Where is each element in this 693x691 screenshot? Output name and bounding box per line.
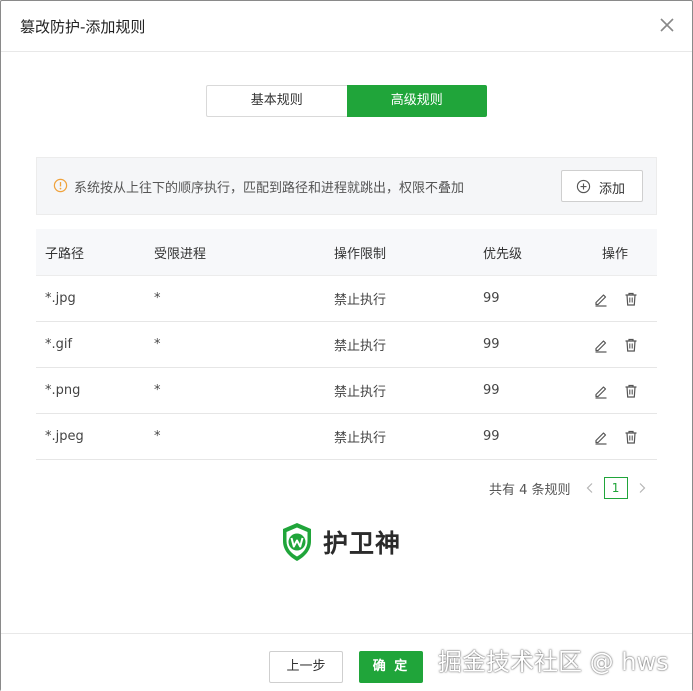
edit-icon[interactable] [593, 429, 609, 445]
tab-basic-rules[interactable]: 基本规则 [206, 85, 347, 117]
row-actions [593, 322, 639, 367]
tab-advanced-rules[interactable]: 高级规则 [346, 85, 487, 117]
edit-icon[interactable] [593, 383, 609, 399]
rule-tabs: 基本规则 高级规则 [206, 85, 487, 117]
pagination-total: 共有 4 条规则 [489, 482, 571, 498]
cell-path: *.png [45, 383, 81, 398]
cell-restriction: 禁止执行 [334, 293, 387, 308]
add-rule-label: 添加 [599, 182, 626, 197]
column-header-priority: 优先级 [483, 246, 523, 262]
delete-icon[interactable] [623, 429, 639, 445]
add-rule-button[interactable]: 添加 [561, 170, 643, 202]
cell-restriction: 禁止执行 [334, 385, 387, 400]
edit-icon[interactable] [593, 291, 609, 307]
add-rule-dialog: 篡改防护-添加规则 基本规则 高级规则 系统按从上往下的顺序执行，匹配到路径和进… [0, 0, 693, 691]
cell-path: *.jpeg [45, 429, 84, 444]
column-header-actions: 操作 [602, 246, 629, 262]
close-icon[interactable] [658, 16, 676, 34]
notice-bar: 系统按从上往下的顺序执行，匹配到路径和进程就跳出，权限不叠加 添加 [36, 157, 657, 215]
cell-priority: 99 [483, 291, 500, 306]
chevron-left-icon[interactable] [585, 482, 595, 494]
row-actions [593, 368, 639, 413]
pagination: 共有 4 条规则 1 [489, 477, 647, 499]
row-actions [593, 276, 639, 321]
notice-text: 系统按从上往下的顺序执行，匹配到路径和进程就跳出，权限不叠加 [74, 181, 465, 196]
plus-circle-icon [576, 179, 591, 194]
cell-restriction: 禁止执行 [334, 339, 387, 354]
cell-priority: 99 [483, 337, 500, 352]
cell-path: *.gif [45, 337, 73, 352]
watermark: 掘金技术社区 @ hws [438, 648, 669, 676]
rules-table: 子路径 受限进程 操作限制 优先级 操作 *.jpg * 禁止执行 99 *.g… [36, 229, 657, 460]
dialog-title: 篡改防护-添加规则 [20, 18, 146, 36]
table-row: *.jpeg * 禁止执行 99 [36, 414, 657, 460]
shield-logo-icon [283, 523, 311, 561]
cell-process: * [154, 429, 161, 444]
cell-process: * [154, 337, 161, 352]
cell-process: * [154, 291, 161, 306]
table-row: *.jpg * 禁止执行 99 [36, 276, 657, 322]
column-header-path: 子路径 [45, 246, 85, 262]
table-row: *.png * 禁止执行 99 [36, 368, 657, 414]
cell-priority: 99 [483, 429, 500, 444]
delete-icon[interactable] [623, 383, 639, 399]
delete-icon[interactable] [623, 291, 639, 307]
column-header-process: 受限进程 [154, 246, 207, 262]
previous-step-button[interactable]: 上一步 [269, 651, 343, 683]
confirm-button[interactable]: 确 定 [359, 651, 423, 683]
cell-process: * [154, 383, 161, 398]
edit-icon[interactable] [593, 337, 609, 353]
cell-restriction: 禁止执行 [334, 431, 387, 446]
pagination-page-current[interactable]: 1 [603, 477, 628, 499]
row-actions [593, 414, 639, 459]
warning-icon [53, 178, 68, 193]
chevron-right-icon[interactable] [637, 482, 647, 494]
cell-priority: 99 [483, 383, 500, 398]
cell-path: *.jpg [45, 291, 76, 306]
brand: 护卫神 [281, 521, 401, 563]
delete-icon[interactable] [623, 337, 639, 353]
table-row: *.gif * 禁止执行 99 [36, 322, 657, 368]
dialog-header: 篡改防护-添加规则 [1, 1, 692, 52]
table-header: 子路径 受限进程 操作限制 优先级 操作 [36, 229, 657, 276]
column-header-restriction: 操作限制 [334, 246, 387, 262]
brand-name: 护卫神 [323, 529, 402, 558]
